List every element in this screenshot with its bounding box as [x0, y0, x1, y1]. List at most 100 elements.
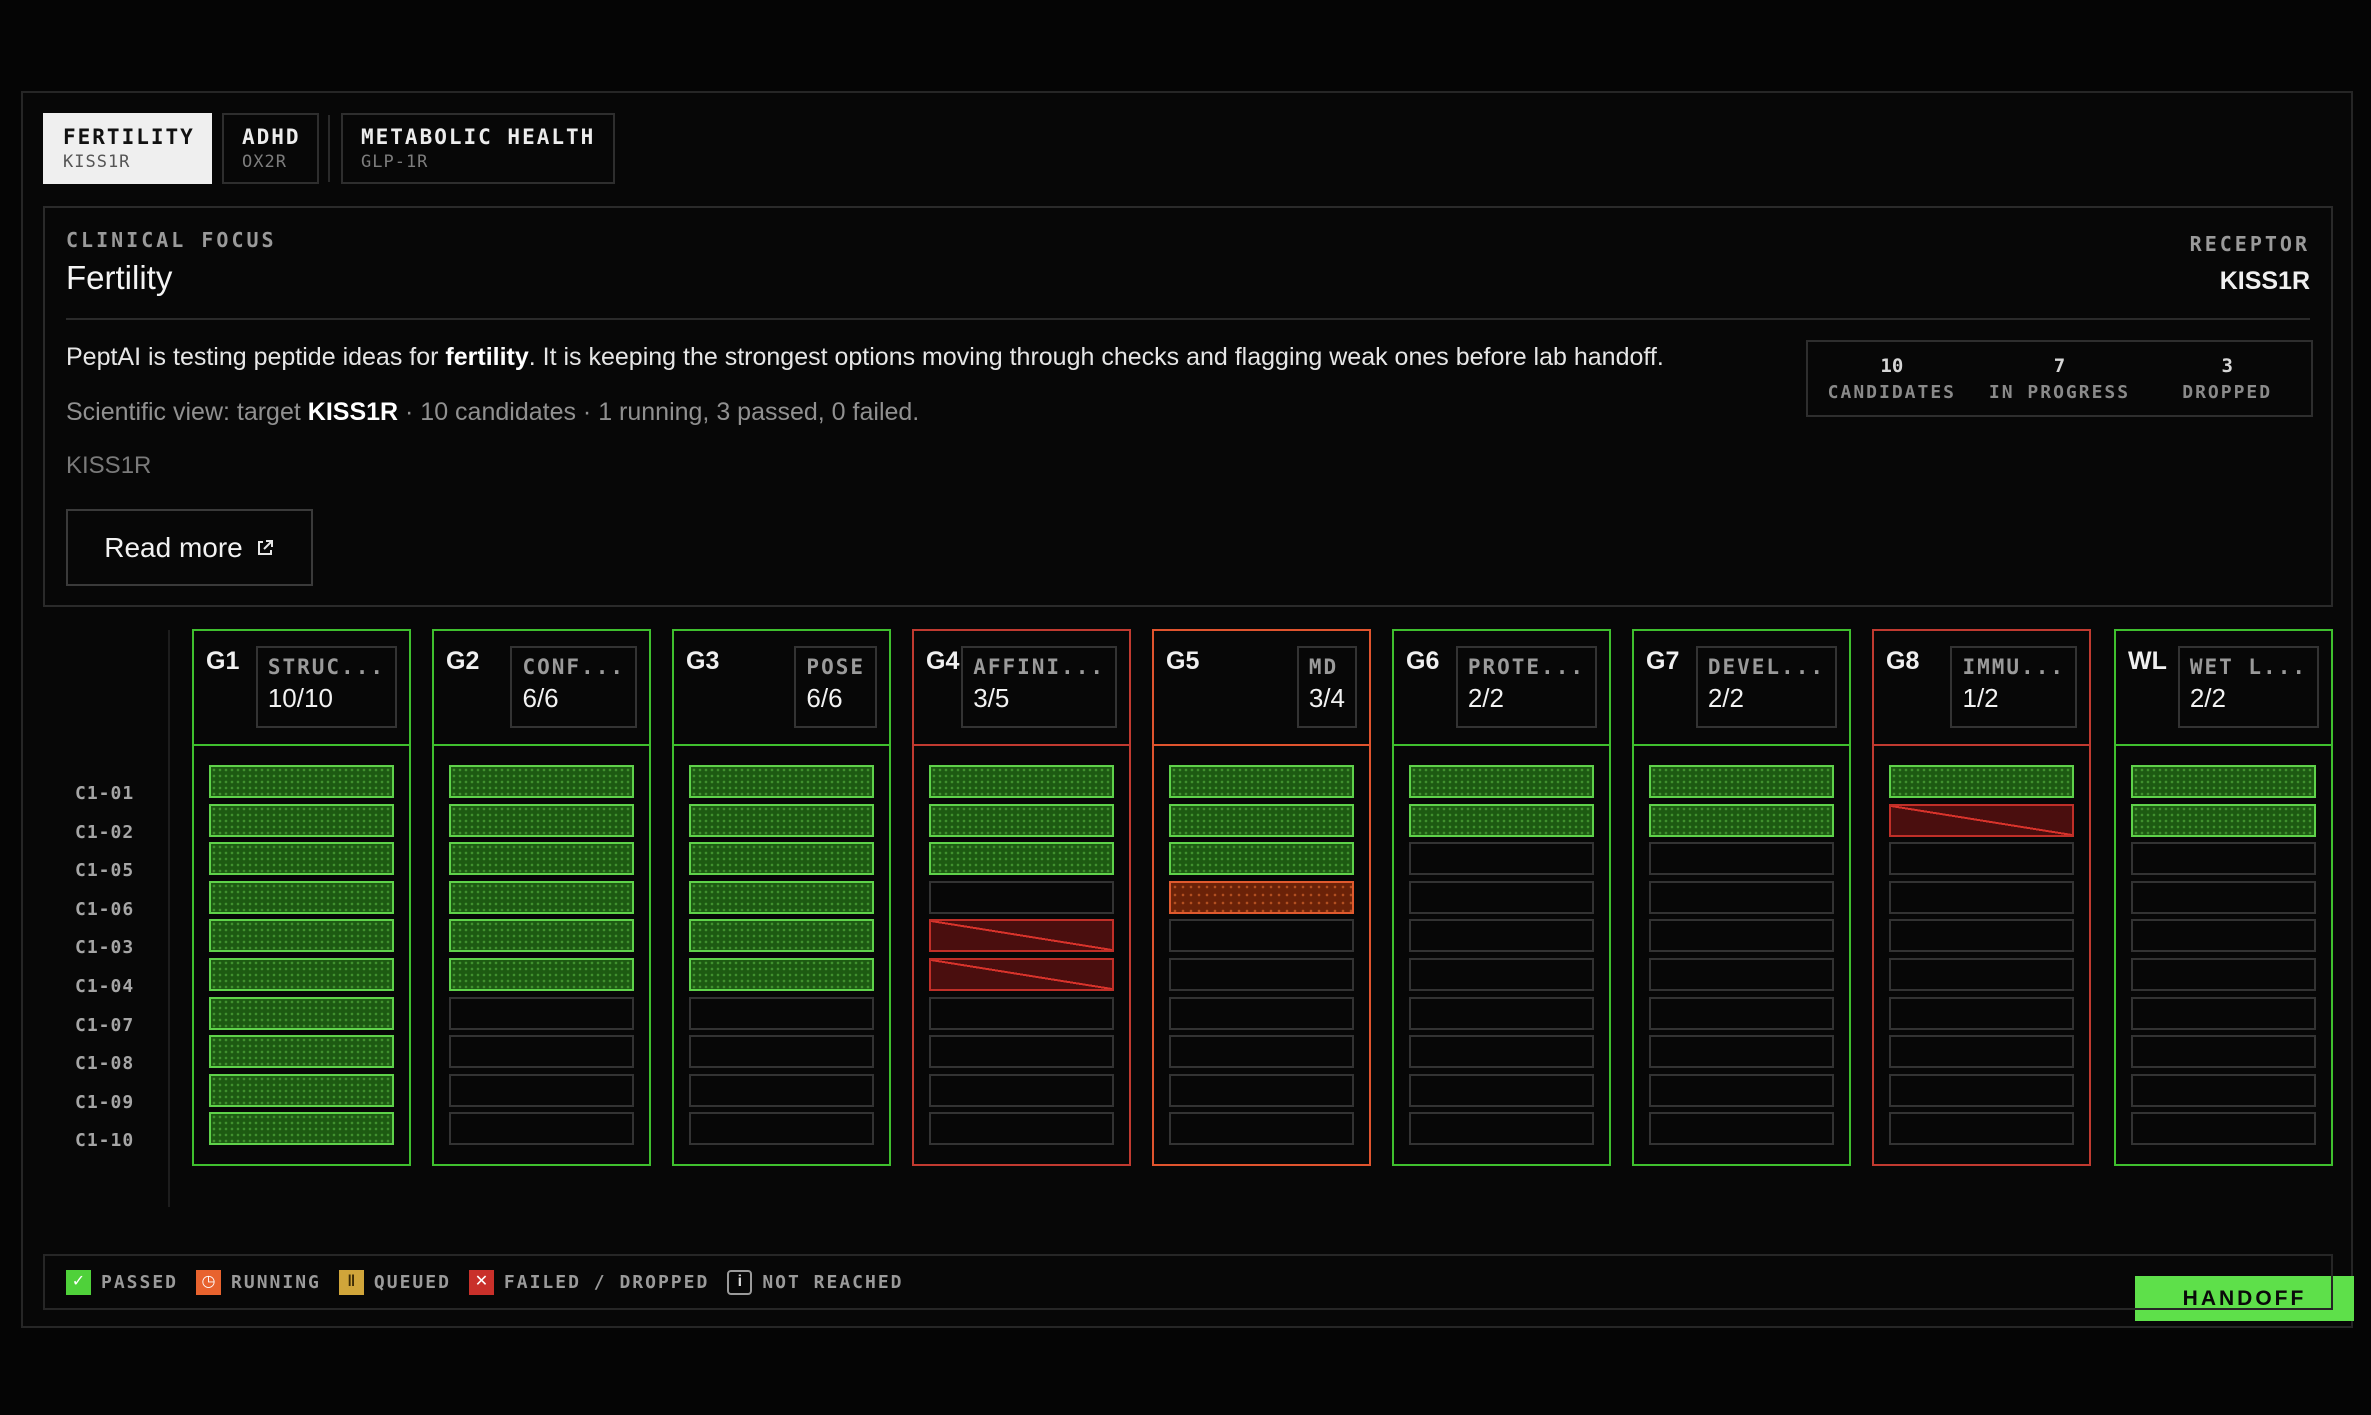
- candidate-cell-empty[interactable]: [1409, 957, 1594, 991]
- candidate-cell-passed[interactable]: [449, 919, 634, 953]
- candidate-cell-passed[interactable]: [1169, 803, 1354, 837]
- candidate-cell-empty[interactable]: [1169, 1112, 1354, 1146]
- candidate-cell-passed[interactable]: [1409, 765, 1594, 798]
- candidate-cell-passed[interactable]: [209, 1112, 394, 1146]
- candidate-cell-empty[interactable]: [929, 1073, 1114, 1107]
- candidate-cell-empty[interactable]: [1649, 1073, 1834, 1107]
- candidate-cell-empty[interactable]: [1409, 919, 1594, 953]
- candidate-cell-empty[interactable]: [1889, 996, 2074, 1030]
- candidate-cell-empty[interactable]: [1889, 880, 2074, 914]
- candidate-cell-empty[interactable]: [689, 1035, 874, 1069]
- candidate-cell-empty[interactable]: [1409, 996, 1594, 1030]
- candidate-cell-passed[interactable]: [449, 957, 634, 991]
- candidate-cell-empty[interactable]: [1649, 842, 1834, 876]
- gate-column-g8[interactable]: G8 IMMU... 1/2: [1872, 629, 2091, 1166]
- candidate-cell-passed[interactable]: [449, 880, 634, 914]
- candidate-cell-empty[interactable]: [2131, 996, 2316, 1030]
- candidate-cell-empty[interactable]: [1889, 1073, 2074, 1107]
- candidate-cell-empty[interactable]: [449, 1035, 634, 1069]
- candidate-cell-empty[interactable]: [1649, 996, 1834, 1030]
- candidate-cell-passed[interactable]: [689, 880, 874, 914]
- candidate-cell-passed[interactable]: [689, 803, 874, 837]
- candidate-cell-empty[interactable]: [1889, 919, 2074, 953]
- candidate-cell-failed[interactable]: [1889, 803, 2074, 837]
- candidate-cell-empty[interactable]: [1409, 880, 1594, 914]
- candidate-cell-empty[interactable]: [2131, 842, 2316, 876]
- candidate-cell-empty[interactable]: [1889, 957, 2074, 991]
- candidate-cell-passed[interactable]: [209, 919, 394, 953]
- candidate-cell-passed[interactable]: [1649, 803, 1834, 837]
- candidate-cell-empty[interactable]: [2131, 1112, 2316, 1146]
- candidate-cell-passed[interactable]: [209, 765, 394, 798]
- candidate-cell-passed[interactable]: [209, 842, 394, 876]
- candidate-cell-passed[interactable]: [689, 957, 874, 991]
- candidate-cell-empty[interactable]: [1169, 1073, 1354, 1107]
- candidate-cell-empty[interactable]: [449, 1073, 634, 1107]
- gate-column-g5[interactable]: G5 MD 3/4: [1152, 629, 1371, 1166]
- candidate-cell-passed[interactable]: [209, 1073, 394, 1107]
- candidate-cell-empty[interactable]: [929, 1035, 1114, 1069]
- candidate-cell-running[interactable]: [1169, 880, 1354, 914]
- candidate-cell-passed[interactable]: [209, 803, 394, 837]
- candidate-cell-empty[interactable]: [1649, 1035, 1834, 1069]
- gate-column-g1[interactable]: G1 STRUC... 10/10: [192, 629, 411, 1166]
- candidate-cell-empty[interactable]: [929, 880, 1114, 914]
- gate-column-g2[interactable]: G2 CONF... 6/6: [432, 629, 651, 1166]
- candidate-cell-passed[interactable]: [929, 842, 1114, 876]
- gate-column-g6[interactable]: G6 PROTE... 2/2: [1392, 629, 1611, 1166]
- tab-metabolic-health[interactable]: METABOLIC HEALTH GLP-1R: [341, 113, 615, 184]
- candidate-cell-passed[interactable]: [2131, 803, 2316, 837]
- candidate-cell-passed[interactable]: [1169, 842, 1354, 876]
- read-more-button[interactable]: Read more: [66, 509, 313, 586]
- candidate-cell-passed[interactable]: [209, 1035, 394, 1069]
- candidate-cell-empty[interactable]: [1409, 1035, 1594, 1069]
- candidate-cell-empty[interactable]: [2131, 880, 2316, 914]
- candidate-cell-empty[interactable]: [1649, 880, 1834, 914]
- candidate-cell-empty[interactable]: [1889, 842, 2074, 876]
- candidate-cell-empty[interactable]: [1889, 1035, 2074, 1069]
- candidate-cell-empty[interactable]: [689, 1073, 874, 1107]
- candidate-cell-empty[interactable]: [1409, 1073, 1594, 1107]
- candidate-cell-passed[interactable]: [1649, 765, 1834, 798]
- gate-column-g3[interactable]: G3 POSE 6/6: [672, 629, 891, 1166]
- candidate-cell-empty[interactable]: [2131, 957, 2316, 991]
- candidate-cell-passed[interactable]: [1409, 803, 1594, 837]
- tab-fertility[interactable]: FERTILITY KISS1R: [43, 113, 212, 184]
- candidate-cell-empty[interactable]: [689, 1112, 874, 1146]
- candidate-cell-empty[interactable]: [1169, 1035, 1354, 1069]
- candidate-cell-failed[interactable]: [929, 957, 1114, 991]
- candidate-cell-empty[interactable]: [1889, 1112, 2074, 1146]
- candidate-cell-empty[interactable]: [1649, 919, 1834, 953]
- candidate-cell-passed[interactable]: [449, 842, 634, 876]
- candidate-cell-passed[interactable]: [209, 996, 394, 1030]
- candidate-cell-empty[interactable]: [1409, 842, 1594, 876]
- candidate-cell-empty[interactable]: [1169, 996, 1354, 1030]
- candidate-cell-empty[interactable]: [1409, 1112, 1594, 1146]
- candidate-cell-passed[interactable]: [689, 765, 874, 798]
- candidate-cell-passed[interactable]: [209, 957, 394, 991]
- tab-adhd[interactable]: ADHD OX2R: [222, 113, 319, 184]
- candidate-cell-passed[interactable]: [209, 880, 394, 914]
- candidate-cell-empty[interactable]: [449, 996, 634, 1030]
- candidate-cell-empty[interactable]: [1649, 1112, 1834, 1146]
- candidate-cell-passed[interactable]: [929, 765, 1114, 798]
- candidate-cell-empty[interactable]: [929, 1112, 1114, 1146]
- candidate-cell-failed[interactable]: [929, 919, 1114, 953]
- candidate-cell-passed[interactable]: [1889, 765, 2074, 798]
- candidate-cell-empty[interactable]: [1169, 957, 1354, 991]
- candidate-cell-passed[interactable]: [689, 842, 874, 876]
- candidate-cell-empty[interactable]: [1169, 919, 1354, 953]
- candidate-cell-passed[interactable]: [449, 803, 634, 837]
- candidate-cell-empty[interactable]: [1649, 957, 1834, 991]
- gate-column-g7[interactable]: G7 DEVEL... 2/2: [1632, 629, 1851, 1166]
- candidate-cell-passed[interactable]: [449, 765, 634, 798]
- candidate-cell-empty[interactable]: [689, 996, 874, 1030]
- gate-column-wl[interactable]: WL WET L... 2/2: [2114, 629, 2333, 1166]
- candidate-cell-empty[interactable]: [929, 996, 1114, 1030]
- candidate-cell-empty[interactable]: [2131, 1035, 2316, 1069]
- candidate-cell-passed[interactable]: [2131, 765, 2316, 798]
- gate-column-g4[interactable]: G4 AFFINI... 3/5: [912, 629, 1131, 1166]
- candidate-cell-empty[interactable]: [449, 1112, 634, 1146]
- candidate-cell-passed[interactable]: [689, 919, 874, 953]
- candidate-cell-passed[interactable]: [929, 803, 1114, 837]
